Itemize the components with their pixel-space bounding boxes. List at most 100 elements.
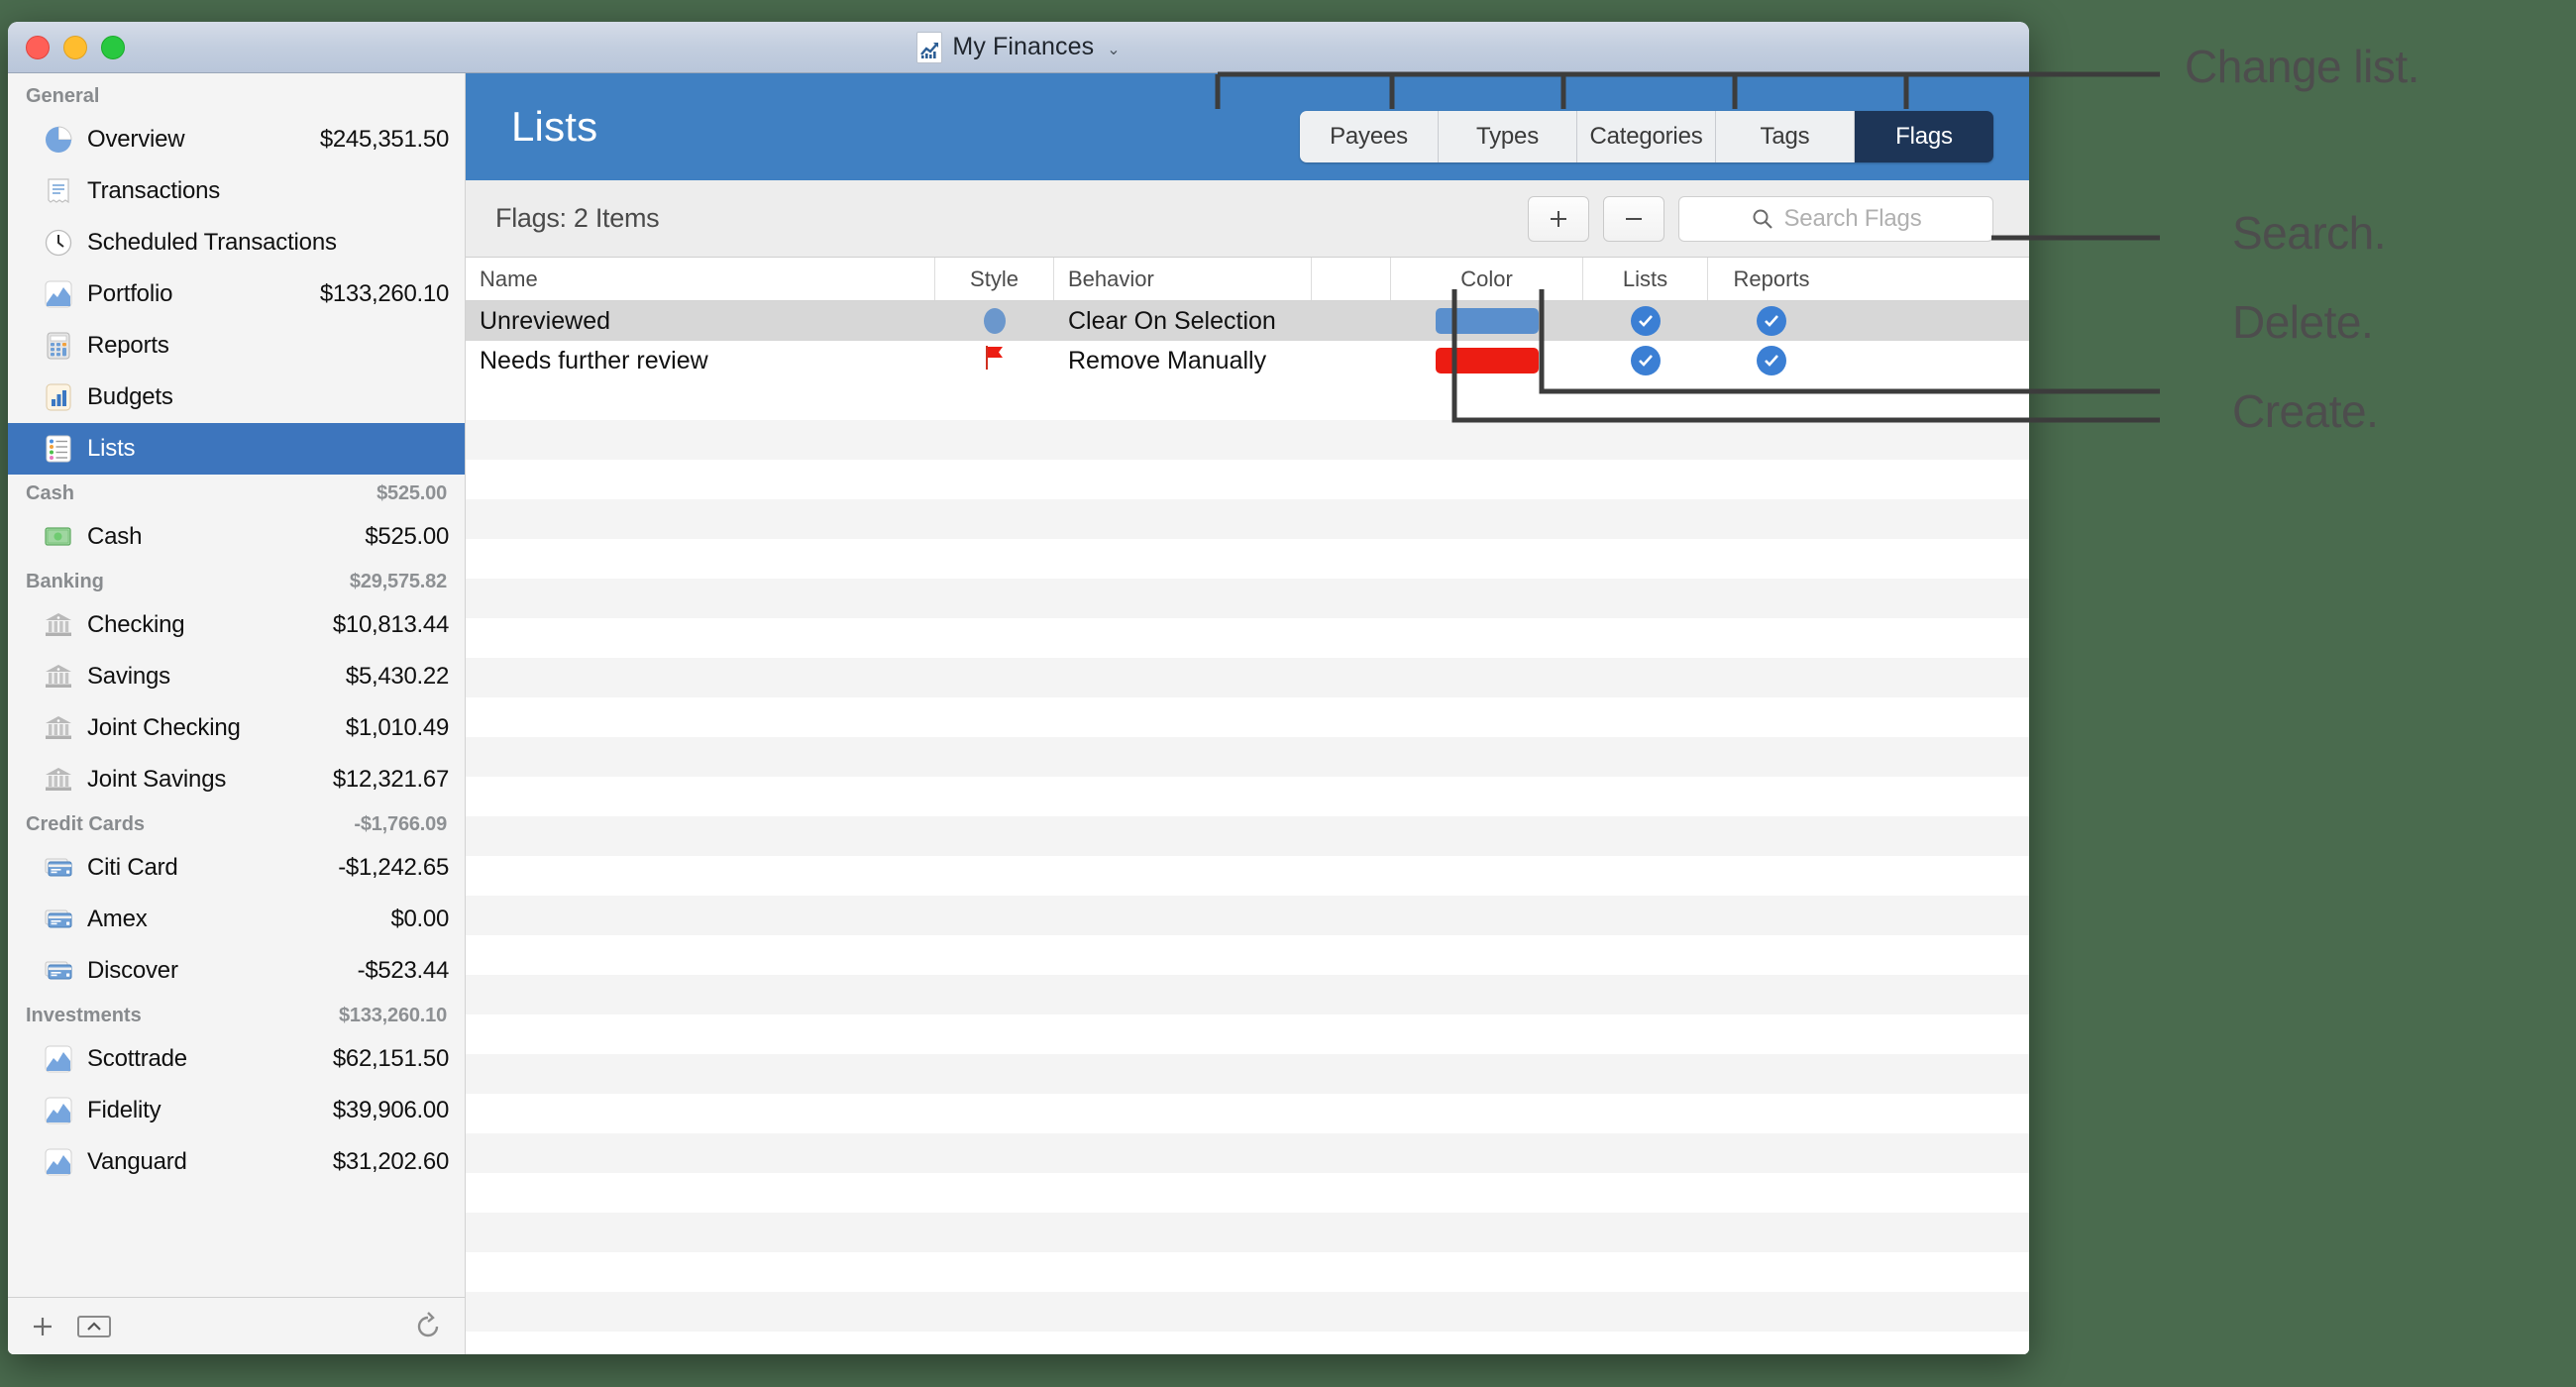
- flags-table: Name Style Behavior Color Lists Reports Unrev…: [466, 258, 2029, 1354]
- area-chart-icon: [44, 279, 73, 309]
- cell-style[interactable]: [935, 341, 1054, 380]
- tab-categories[interactable]: Categories: [1577, 111, 1716, 162]
- sidebar-item-amount: $12,321.67: [332, 766, 449, 793]
- sidebar-group-total: $525.00: [376, 482, 447, 504]
- sidebar-group-name: Credit Cards: [26, 813, 146, 835]
- list-icon: [44, 434, 73, 464]
- sidebar-item-discover[interactable]: Discover -$523.44: [8, 945, 465, 997]
- annotation-search: Search.: [2232, 207, 2387, 259]
- tab-tags[interactable]: Tags: [1716, 111, 1855, 162]
- sidebar-item-fidelity[interactable]: Fidelity $39,906.00: [8, 1085, 465, 1136]
- pie-chart-icon: [44, 125, 73, 155]
- search-input[interactable]: Search Flags: [1678, 195, 1993, 242]
- cell-lists[interactable]: [1583, 301, 1708, 341]
- checkmark-icon[interactable]: [1631, 346, 1661, 375]
- sidebar-item-overview[interactable]: Overview $245,351.50: [8, 114, 465, 165]
- sidebar-scroll-area[interactable]: General Overview $245,351.50 Transactions Sc…: [8, 73, 465, 1297]
- sidebar-item-scheduled-transactions[interactable]: Scheduled Transactions: [8, 217, 465, 268]
- sidebar-item-label: Vanguard: [87, 1148, 187, 1175]
- sidebar-item-scottrade[interactable]: Scottrade $62,151.50: [8, 1033, 465, 1085]
- maximize-button[interactable]: [101, 35, 125, 59]
- empty-row: [466, 380, 2029, 420]
- tab-payees[interactable]: Payees: [1300, 111, 1439, 162]
- sidebar-item-transactions[interactable]: Transactions: [8, 165, 465, 217]
- column-header-behavior[interactable]: Behavior: [1054, 258, 1312, 300]
- column-header-spacer[interactable]: [1312, 258, 1391, 300]
- cell-reports[interactable]: [1708, 341, 1835, 380]
- sidebar-item-lists[interactable]: Lists: [8, 423, 465, 475]
- sidebar-item-budgets[interactable]: Budgets: [8, 372, 465, 423]
- sidebar-item-amex[interactable]: Amex $0.00: [8, 894, 465, 945]
- table-body[interactable]: Unreviewed Clear On Selection Needs furthe…: [466, 301, 2029, 380]
- color-swatch[interactable]: [1436, 308, 1539, 334]
- sidebar-item-portfolio[interactable]: Portfolio $133,260.10: [8, 268, 465, 320]
- column-header-name[interactable]: Name: [466, 258, 935, 300]
- sidebar-item-label: Scheduled Transactions: [87, 229, 337, 256]
- table-row[interactable]: Unreviewed Clear On Selection: [466, 301, 2029, 341]
- chevron-down-icon[interactable]: ⌄: [1107, 40, 1120, 59]
- cell-color[interactable]: [1391, 301, 1583, 341]
- tab-flags[interactable]: Flags: [1855, 111, 1993, 162]
- sidebar-item-label: Scottrade: [87, 1045, 187, 1072]
- checkmark-icon[interactable]: [1757, 306, 1786, 336]
- checkmark-icon[interactable]: [1757, 346, 1786, 375]
- checkmark-icon[interactable]: [1631, 306, 1661, 336]
- column-header-color[interactable]: Color: [1391, 258, 1583, 300]
- refresh-button[interactable]: [413, 1311, 443, 1341]
- app-window: My Finances ⌄ General Overview $245,351.50…: [8, 22, 2029, 1354]
- cell-reports[interactable]: [1708, 301, 1835, 341]
- empty-row: [466, 975, 2029, 1014]
- cell-lists[interactable]: [1583, 341, 1708, 380]
- sidebar: General Overview $245,351.50 Transactions Sc…: [8, 73, 466, 1354]
- sidebar-group-name: Cash: [26, 482, 74, 504]
- cell-style[interactable]: [935, 301, 1054, 341]
- cell-spacer: [1312, 341, 1391, 380]
- search-icon: [1753, 209, 1772, 229]
- color-swatch[interactable]: [1436, 348, 1539, 373]
- empty-row: [466, 816, 2029, 856]
- cell-color[interactable]: [1391, 341, 1583, 380]
- minimize-button[interactable]: [63, 35, 87, 59]
- table-row[interactable]: Needs further review Remove Manually: [466, 341, 2029, 380]
- column-header-lists[interactable]: Lists: [1583, 258, 1708, 300]
- empty-row: [466, 1014, 2029, 1054]
- disclosure-button[interactable]: [77, 1314, 111, 1339]
- sidebar-item-joint-savings[interactable]: Joint Savings $12,321.67: [8, 754, 465, 805]
- column-header-reports[interactable]: Reports: [1708, 258, 1835, 300]
- empty-row: [466, 1252, 2029, 1292]
- bar-chart-icon: [44, 382, 73, 412]
- sidebar-item-citi-card[interactable]: Citi Card -$1,242.65: [8, 842, 465, 894]
- sidebar-item-amount: -$1,242.65: [338, 854, 449, 881]
- add-button[interactable]: [1528, 195, 1589, 242]
- close-button[interactable]: [26, 35, 50, 59]
- sidebar-item-label: Cash: [87, 523, 143, 550]
- sidebar-item-savings[interactable]: Savings $5,430.22: [8, 651, 465, 702]
- empty-row: [466, 618, 2029, 658]
- sidebar-group-total: $133,260.10: [338, 1005, 447, 1026]
- column-header-style[interactable]: Style: [935, 258, 1054, 300]
- search-placeholder: Search Flags: [1783, 204, 1922, 232]
- sidebar-item-amount: $10,813.44: [332, 611, 449, 638]
- cell-spacer: [1312, 301, 1391, 341]
- sidebar-group-header: Banking $29,575.82: [8, 563, 465, 599]
- sidebar-item-reports[interactable]: Reports: [8, 320, 465, 372]
- sidebar-group-header: General: [8, 77, 465, 114]
- tab-types[interactable]: Types: [1439, 111, 1577, 162]
- empty-row: [466, 1054, 2029, 1094]
- remove-button[interactable]: [1603, 195, 1664, 242]
- sidebar-item-joint-checking[interactable]: Joint Checking $1,010.49: [8, 702, 465, 754]
- annotation-delete: Delete.: [2232, 296, 2374, 348]
- window-title: My Finances: [952, 33, 1095, 60]
- sidebar-item-cash[interactable]: Cash $525.00: [8, 511, 465, 563]
- sidebar-item-checking[interactable]: Checking $10,813.44: [8, 599, 465, 651]
- sidebar-item-label: Savings: [87, 663, 170, 690]
- sidebar-item-vanguard[interactable]: Vanguard $31,202.60: [8, 1136, 465, 1188]
- page-header: Lists Payees Types Categories Tags Flags: [466, 73, 2029, 180]
- sidebar-item-amount: $133,260.10: [319, 280, 449, 307]
- money-icon: [44, 522, 73, 552]
- document-icon: [916, 31, 943, 63]
- segmented-control[interactable]: Payees Types Categories Tags Flags: [1300, 111, 1993, 162]
- sidebar-item-label: Joint Savings: [87, 766, 227, 793]
- add-account-button[interactable]: [30, 1314, 55, 1339]
- sidebar-footer-toolbar: [8, 1297, 465, 1354]
